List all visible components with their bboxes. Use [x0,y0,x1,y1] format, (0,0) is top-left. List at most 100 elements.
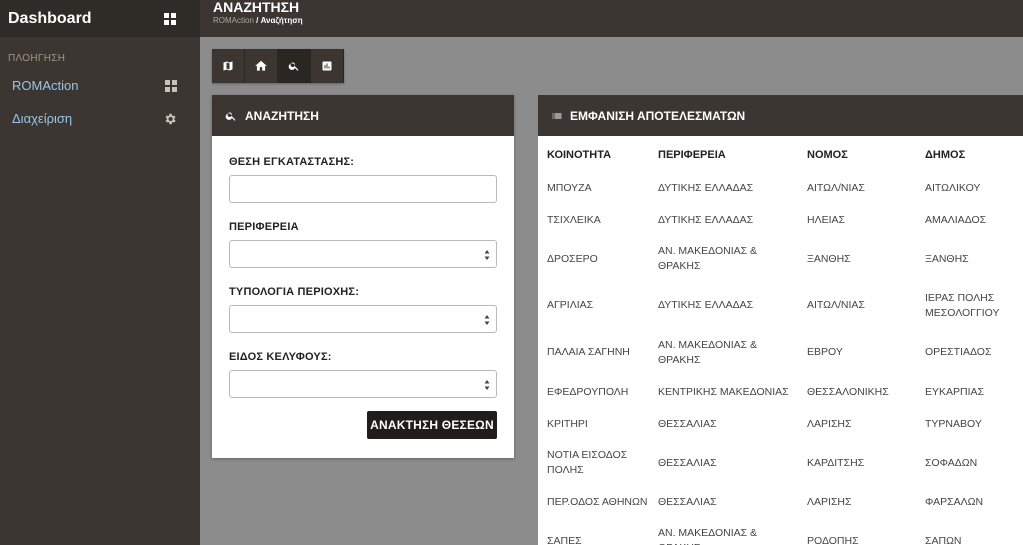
table-row[interactable]: ΕΦΕΔΡΟΥΠΟΛΗ ΚΕΝΤΡΙΚΗΣ ΜΑΚΕΔΟΝΙΑΣ ΘΕΣΣΑΛΟ… [538,376,1023,408]
sidebar-item-label[interactable]: ROMAction [12,78,78,93]
list-icon [552,113,562,118]
cell-municipality: ΤΥΡΝΑΒΟΥ [925,417,982,430]
area-type-label: ΤΥΠΟΛΟΓΙΑ ΠΕΡΙΟΧΗΣ: [229,286,360,298]
gear-icon [165,113,176,124]
results-panel: ΕΜΦΑΝΙΣΗ ΑΠΟΤΕΛΕΣΜΑΤΩΝ ΚΟΙΝΟΤΗΤΑ ΠΕΡΙΦΕΡ… [538,95,1023,545]
dashboard-grid-icon [165,79,177,92]
retrieve-locations-button[interactable]: ΑΝΑΚΤΗΣΗ ΘΕΣΕΩΝ [367,411,497,439]
sidebar-item-diaxeirisi[interactable]: Διαχείριση [0,102,200,135]
statistics-button[interactable] [311,49,344,83]
search-panel-title: ΑΝΑΖΗΤΗΣΗ [245,108,319,123]
region-label: ΠΕΡΙΦΕΡΕΙΑ [229,221,299,233]
nav-section-heading: ΠΛΟΗΓΗΣΗ [8,53,66,64]
cell-community: ΕΦΕΔΡΟΥΠΟΛΗ [547,385,629,398]
area-type-select[interactable] [229,305,497,333]
cell-prefecture: ΘΕΣΣΑΛΟΝΙΚΗΣ [807,385,889,398]
cell-municipality: ΑΜΑΛΙΑΔΟΣ [925,213,987,226]
cell-community: ΔΡΟΣΕΡΟ [547,252,598,265]
cell-community: ΠΕΡ.ΟΔΟΣ ΑΘΗΝΩΝ [547,495,648,508]
map-button[interactable] [212,49,245,83]
cell-municipality: ΦΑΡΣΑΛΩΝ [925,495,984,508]
cell-community: ΤΣΙΧΛΕΙΚΑ [547,213,601,226]
results-table: ΚΟΙΝΟΤΗΤΑ ΠΕΡΙΦΕΡΕΙΑ ΝΟΜΟΣ ΔΗΜΟΣ ΜΠΟΥΖΑ … [538,136,1023,545]
column-header[interactable]: ΝΟΜΟΣ [807,136,925,172]
search-icon [225,112,236,121]
cell-region: ΑΝ. ΜΑΚΕΔΟΝΙΑΣ & ΘΡΑΚΗΣ [658,338,758,366]
cell-prefecture: ΛΑΡΙΣΗΣ [807,417,852,430]
cell-community: ΑΓΡΙΛΙΑΣ [547,299,594,311]
cell-community: ΚΡΙΤΗΡΙ [547,417,588,430]
cell-municipality: ΙΕΡΑΣ ΠΟΛΗΣ ΜΕΣΟΛΟΓΓΙΟΥ [925,291,1000,319]
cell-community: ΠΑΛΑΙΑ ΣΑΓΗΝΗ [547,346,630,358]
results-panel-title: ΕΜΦΑΝΙΣΗ ΑΠΟΤΕΛΕΣΜΑΤΩΝ [570,108,746,123]
bar-chart-icon [322,61,332,71]
cell-region: ΘΕΣΣΑΛΙΑΣ [658,417,717,430]
breadcrumb-separator: / [253,16,261,25]
results-panel-header: ΕΜΦΑΝΙΣΗ ΑΠΟΤΕΛΕΣΜΑΤΩΝ [538,95,1023,136]
home-button[interactable] [245,49,278,83]
table-row[interactable]: ΔΡΟΣΕΡΟ ΑΝ. ΜΑΚΕΔΟΝΙΑΣ & ΘΡΑΚΗΣ ΞΑΝΘΗΣ Ξ… [538,236,1023,282]
home-icon [255,60,267,71]
map-icon [223,61,233,71]
cell-region: ΘΕΣΣΑΛΙΑΣ [658,456,717,469]
sidebar-brand[interactable]: Dashboard [0,0,200,37]
sidebar-item-romaction[interactable]: ROMAction [0,69,200,102]
table-row[interactable]: ΜΠΟΥΖΑ ΔΥΤΙΚΗΣ ΕΛΛΑΔΑΣ ΑΙΤΩΛ/ΝΙΑΣ ΑΙΤΩΛΙ… [538,172,1023,204]
cell-prefecture: ΚΑΡΔΙΤΣΗΣ [807,456,865,469]
table-row[interactable]: ΑΓΡΙΛΙΑΣ ΔΥΤΙΚΗΣ ΕΛΛΑΔΑΣ ΑΙΤΩΛ/ΝΙΑΣ ΙΕΡΑ… [538,282,1023,329]
table-row[interactable]: ΣΑΠΕΣ ΑΝ. ΜΑΚΕΔΟΝΙΑΣ & ΘΡΑΚΗΣ ΡΟΔΟΠΗΣ ΣΑ… [538,518,1023,545]
region-select[interactable] [229,240,497,268]
toolbar [212,49,344,83]
shell-type-label: ΕΙΔΟΣ ΚΕΛΥΦΟΥΣ: [229,351,332,363]
cell-region: ΑΝ. ΜΑΚΕΔΟΝΙΑΣ & ΘΡΑΚΗΣ [658,527,758,545]
select-arrows-icon [484,315,490,325]
submit-row: ΑΝΑΚΤΗΣΗ ΘΕΣΕΩΝ [229,411,497,439]
dashboard-grid-icon[interactable] [164,12,176,25]
column-header[interactable]: ΚΟΙΝΟΤΗΤΑ [538,136,658,172]
cell-region: ΔΥΤΙΚΗΣ ΕΛΛΑΔΑΣ [658,299,754,311]
cell-prefecture: ΡΟΔΟΠΗΣ [807,534,859,545]
cell-prefecture: ΑΙΤΩΛ/ΝΙΑΣ [807,181,865,194]
breadcrumb-link[interactable]: ROMAction [213,16,254,25]
cell-municipality: ΕΥΚΑΡΠΙΑΣ [925,385,985,398]
select-arrows-icon [484,250,490,260]
select-arrows-icon [484,380,490,390]
cell-prefecture: ΞΑΝΘΗΣ [807,252,851,265]
cell-municipality: ΟΡΕΣΤΙΑΔΟΣ [925,346,992,358]
cell-community: ΣΑΠΕΣ [547,534,582,545]
shell-type-select[interactable] [229,370,497,398]
breadcrumb-current: Αναζήτηση [260,16,303,25]
cell-region: ΑΝ. ΜΑΚΕΔΟΝΙΑΣ & ΘΡΑΚΗΣ [658,245,758,272]
breadcrumb: ROMAction / Αναζήτηση [213,16,1023,25]
sidebar: Dashboard ΠΛΟΗΓΗΣΗ ROMAction Διαχείριση [0,0,200,545]
brand-title[interactable]: Dashboard [8,10,92,28]
table-row[interactable]: ΠΕΡ.ΟΔΟΣ ΑΘΗΝΩΝ ΘΕΣΣΑΛΙΑΣ ΛΑΡΙΣΗΣ ΦΑΡΣΑΛ… [538,486,1023,518]
search-panel-header: ΑΝΑΖΗΤΗΣΗ [212,95,514,136]
cell-municipality: ΞΑΝΘΗΣ [925,252,969,265]
page-title: ΑΝΑΖΗΤΗΣΗ [213,0,300,15]
cell-municipality: ΑΙΤΩΛΙΚΟΥ [925,181,981,194]
cell-prefecture: ΗΛΕΙΑΣ [807,213,846,226]
location-label: ΘΕΣΗ ΕΓΚΑΤΑΣΤΑΣΗΣ: [229,156,355,168]
cell-municipality: ΣΑΠΩΝ [925,534,962,545]
cell-prefecture: ΕΒΡΟΥ [807,346,843,358]
search-button[interactable] [278,49,311,83]
cell-region: ΔΥΤΙΚΗΣ ΕΛΛΑΔΑΣ [658,181,754,194]
table-row[interactable]: ΝΟΤΙΑ ΕΙΣΟΔΟΣ ΠΟΛΗΣ ΘΕΣΣΑΛΙΑΣ ΚΑΡΔΙΤΣΗΣ … [538,440,1023,486]
page-header: ΑΝΑΖΗΤΗΣΗ ROMAction / Αναζήτηση [200,0,1023,37]
column-header[interactable]: ΔΗΜΟΣ [925,136,1023,172]
table-row[interactable]: ΚΡΙΤΗΡΙ ΘΕΣΣΑΛΙΑΣ ΛΑΡΙΣΗΣ ΤΥΡΝΑΒΟΥ [538,408,1023,440]
cell-region: ΚΕΝΤΡΙΚΗΣ ΜΑΚΕΔΟΝΙΑΣ [658,385,789,398]
column-header[interactable]: ΠΕΡΙΦΕΡΕΙΑ [658,136,807,172]
cell-community: ΜΠΟΥΖΑ [547,181,592,194]
cell-region: ΘΕΣΣΑΛΙΑΣ [658,495,717,508]
table-row[interactable]: ΤΣΙΧΛΕΙΚΑ ΔΥΤΙΚΗΣ ΕΛΛΑΔΑΣ ΗΛΕΙΑΣ ΑΜΑΛΙΑΔ… [538,204,1023,236]
search-icon [288,62,299,71]
cell-prefecture: ΛΑΡΙΣΗΣ [807,495,852,508]
table-header-row: ΚΟΙΝΟΤΗΤΑ ΠΕΡΙΦΕΡΕΙΑ ΝΟΜΟΣ ΔΗΜΟΣ [538,136,1023,172]
sidebar-item-label[interactable]: Διαχείριση [12,111,72,126]
location-input[interactable] [229,175,497,203]
table-row[interactable]: ΠΑΛΑΙΑ ΣΑΓΗΝΗ ΑΝ. ΜΑΚΕΔΟΝΙΑΣ & ΘΡΑΚΗΣ ΕΒ… [538,329,1023,376]
cell-region: ΔΥΤΙΚΗΣ ΕΛΛΑΔΑΣ [658,213,754,226]
search-panel: ΑΝΑΖΗΤΗΣΗ ΘΕΣΗ ΕΓΚΑΤΑΣΤΑΣΗΣ: ΠΕΡΙΦΕΡΕΙΑ … [212,95,514,458]
